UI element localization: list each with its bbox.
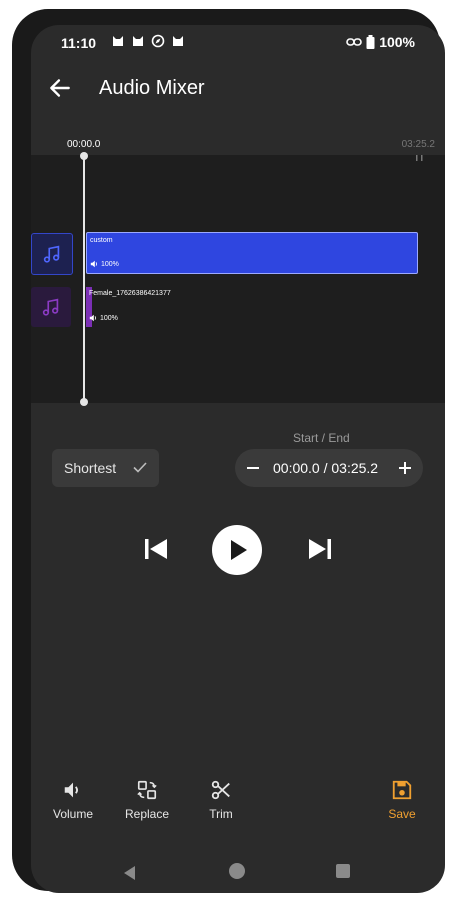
- trim-button[interactable]: Trim: [191, 779, 251, 821]
- playhead-handle-bottom[interactable]: [80, 398, 88, 406]
- start-end-range: 00:00.0 / 03:25.2: [235, 449, 423, 487]
- app-bar: Audio Mixer: [31, 69, 445, 109]
- status-bar: 11:10 100%: [31, 25, 445, 63]
- save-icon: [392, 780, 412, 800]
- timeline-end-ticks: [416, 155, 423, 161]
- speaker-icon: [89, 314, 96, 322]
- timeline-area[interactable]: [31, 155, 445, 403]
- timeline-end-time: 03:25.2: [401, 139, 435, 150]
- play-icon: [231, 540, 247, 560]
- status-time: 11:10: [61, 35, 97, 51]
- replace-button[interactable]: Replace: [117, 779, 177, 821]
- system-nav-bar: [31, 851, 445, 893]
- save-button[interactable]: Save: [372, 779, 432, 821]
- play-button[interactable]: [212, 525, 262, 575]
- check-icon: [133, 462, 147, 473]
- playhead-handle-top[interactable]: [80, 152, 88, 160]
- start-end-label: Start / End: [293, 431, 350, 445]
- clip-volume: 100%: [89, 314, 118, 322]
- minus-icon[interactable]: [243, 458, 263, 478]
- back-arrow-icon[interactable]: [47, 75, 73, 101]
- skip-next-icon[interactable]: [307, 535, 333, 563]
- volume-button[interactable]: Volume: [43, 779, 103, 821]
- trim-label: Trim: [209, 807, 233, 821]
- battery-level: 100%: [379, 34, 415, 50]
- page-title: Audio Mixer: [99, 77, 205, 99]
- phone-frame: 11:10 100% Audio Mixer 00:00.0 03:25.2 c…: [12, 9, 445, 893]
- track-icon-custom[interactable]: [31, 233, 73, 275]
- link-icon: [346, 38, 362, 46]
- shortest-mode-button[interactable]: Shortest: [52, 449, 159, 487]
- speaker-icon: [90, 260, 97, 268]
- replace-icon: [137, 780, 157, 800]
- clip-volume-value: 100%: [101, 260, 119, 268]
- nav-back-icon[interactable]: [123, 865, 137, 881]
- cat-notification-icon: [173, 36, 183, 46]
- shortest-label: Shortest: [64, 460, 117, 476]
- clip-name: custom: [90, 237, 113, 244]
- skip-previous-icon[interactable]: [143, 535, 169, 563]
- app-screen: 11:10 100% Audio Mixer 00:00.0 03:25.2 c…: [31, 25, 445, 893]
- replace-label: Replace: [124, 807, 170, 821]
- music-note-icon: [42, 298, 59, 316]
- clip-volume-value: 100%: [100, 314, 118, 322]
- compass-icon: [151, 34, 165, 48]
- volume-label: Volume: [52, 807, 94, 821]
- status-right: 100%: [346, 34, 415, 50]
- volume-icon: [64, 782, 79, 798]
- track-icon-female[interactable]: [31, 287, 71, 327]
- music-note-icon: [43, 245, 60, 263]
- range-value: 00:00.0 / 03:25.2: [273, 460, 379, 476]
- cat-notification-icon: [133, 36, 143, 46]
- scissors-icon: [211, 780, 230, 800]
- clip-volume: 100%: [90, 260, 119, 268]
- audio-clip-custom[interactable]: custom 100%: [86, 232, 418, 274]
- battery-icon: [366, 35, 375, 49]
- nav-recents-icon[interactable]: [336, 864, 350, 878]
- plus-icon[interactable]: [395, 458, 415, 478]
- playhead-line[interactable]: [83, 157, 85, 403]
- nav-home-icon[interactable]: [229, 863, 245, 879]
- cat-notification-icon: [113, 36, 123, 46]
- clip-name: Female_17626386421377: [89, 290, 171, 297]
- save-label: Save: [388, 807, 416, 821]
- timeline-start-time: 00:00.0: [67, 139, 101, 150]
- notification-icons: [111, 34, 185, 48]
